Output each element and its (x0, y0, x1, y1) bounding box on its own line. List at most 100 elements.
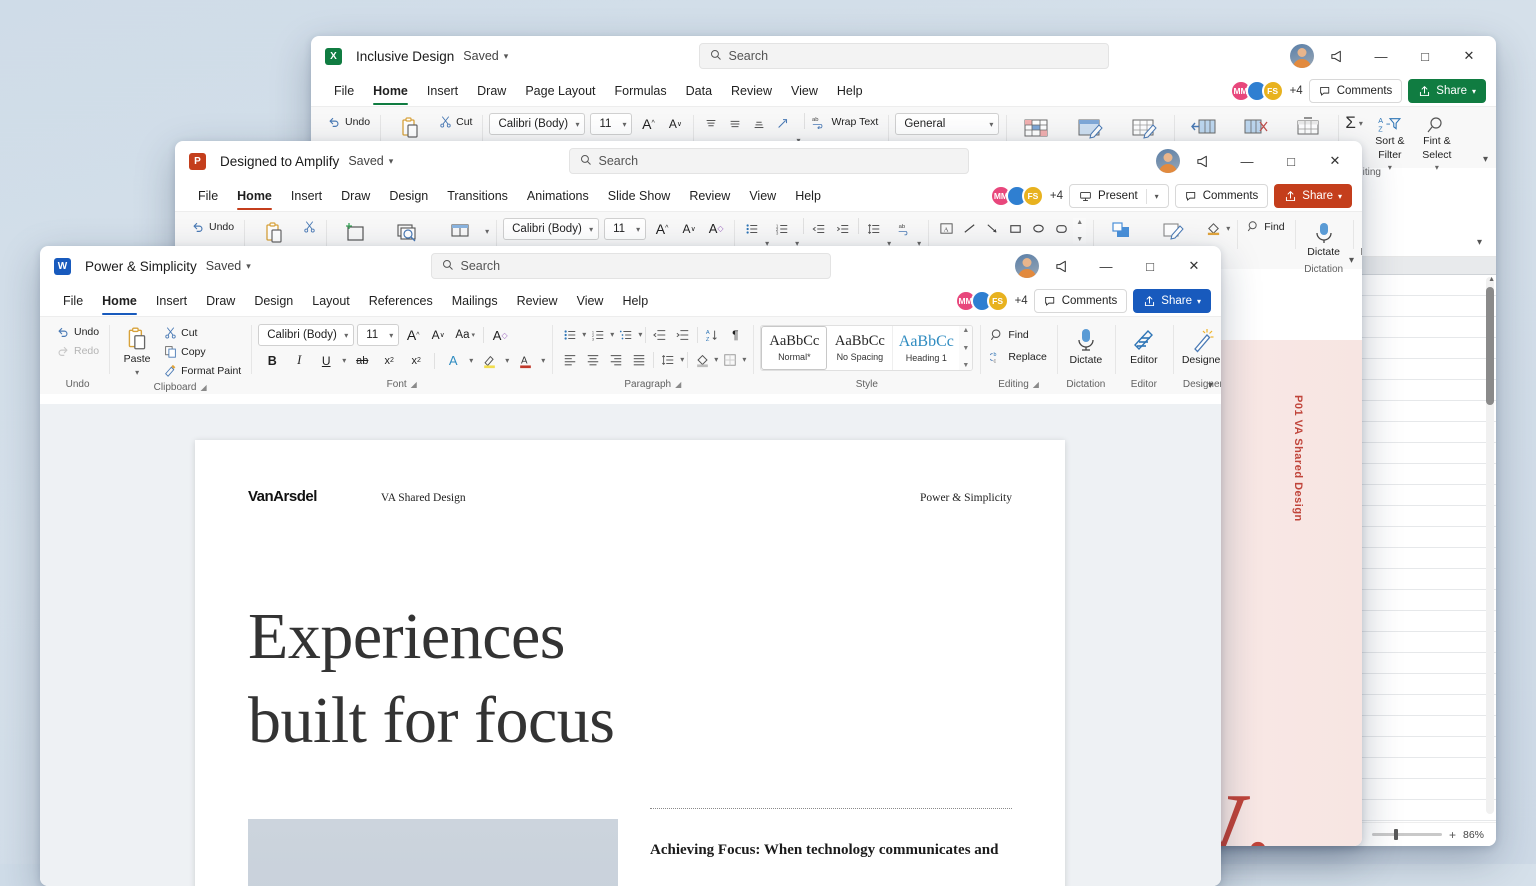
underline-button[interactable]: U (315, 350, 337, 371)
chevron-down-icon[interactable]: ▾ (135, 368, 139, 377)
ribbon-group-undo[interactable]: Undo Redo Undo (46, 321, 109, 394)
close-button[interactable]: ✕ (1173, 250, 1215, 282)
slide-layout-button[interactable] (385, 218, 431, 248)
comments-button[interactable]: Comments (1034, 289, 1128, 313)
tab-page-layout[interactable]: Page Layout (516, 81, 604, 101)
rectangle-shape-icon[interactable] (1004, 218, 1026, 239)
orientation-button[interactable] (772, 113, 794, 134)
styles-gallery-scroll[interactable]: ▲ ▼ ▼ (959, 326, 972, 370)
scroll-down-icon[interactable]: ▼ (962, 345, 969, 352)
presence-overflow[interactable]: +4 (1015, 295, 1028, 307)
tab-help[interactable]: Help (786, 186, 830, 206)
comments-button[interactable]: Comments (1309, 79, 1403, 103)
tab-help[interactable]: Help (613, 291, 657, 311)
ribbon-group-editing[interactable]: Find bc Replace Editing ◢ (980, 321, 1057, 394)
number-format-select[interactable]: General ▾ (895, 113, 999, 135)
cut-button[interactable] (300, 218, 319, 235)
word-document-canvas[interactable]: VanArsdel VA Shared Design Power & Simpl… (40, 404, 1221, 886)
sort-button[interactable]: AZ (701, 324, 723, 345)
word-saved-status[interactable]: Saved (206, 259, 241, 273)
shrink-font-button[interactable]: A∨ (427, 325, 449, 346)
presence-avatars[interactable]: MM FS +4 (1230, 80, 1303, 102)
cut-button[interactable]: Cut (436, 113, 475, 130)
tab-insert[interactable]: Insert (282, 186, 331, 206)
chevron-down-icon[interactable]: ▾ (1155, 192, 1159, 201)
undo-button[interactable]: Undo (188, 218, 237, 236)
tab-view[interactable]: View (740, 186, 785, 206)
shrink-font-button[interactable]: A∨ (678, 218, 700, 239)
new-slide-button[interactable] (333, 218, 379, 248)
bullets-button[interactable] (741, 218, 763, 239)
vertical-scrollbar[interactable] (1486, 277, 1494, 814)
find-select-button[interactable]: Fint & Select ▾ (1417, 113, 1457, 175)
zoom-level[interactable]: 86% (1463, 829, 1484, 841)
tab-view[interactable]: View (568, 291, 613, 311)
chevron-down-icon[interactable]: ▾ (541, 356, 545, 365)
tab-view[interactable]: View (782, 81, 827, 101)
excel-search-input[interactable]: Search (699, 43, 1109, 69)
replace-button[interactable]: bc Replace (987, 348, 1050, 366)
tab-review[interactable]: Review (680, 186, 739, 206)
document-page[interactable]: VanArsdel VA Shared Design Power & Simpl… (195, 440, 1065, 886)
powerpoint-titlebar[interactable]: P Designed to Amplify Saved ▾ Search — □… (175, 141, 1362, 181)
powerpoint-search-input[interactable]: Search (569, 148, 969, 174)
tab-transitions[interactable]: Transitions (438, 186, 517, 206)
tab-insert[interactable]: Insert (418, 81, 467, 101)
increase-indent-button[interactable] (672, 324, 694, 345)
minimize-button[interactable]: — (1360, 40, 1402, 72)
clear-formatting-button[interactable]: A◇ (705, 218, 727, 239)
bold-button[interactable]: B (261, 350, 283, 371)
font-name-select[interactable]: Calibri (Body) ▾ (258, 324, 354, 346)
decrease-indent-button[interactable] (649, 324, 671, 345)
grow-font-button[interactable]: A^ (637, 113, 659, 134)
grow-font-button[interactable]: A^ (402, 325, 424, 346)
font-name-select[interactable]: Calibri (Body) ▾ (489, 113, 585, 135)
share-button[interactable]: Share ▾ (1408, 79, 1486, 103)
word-titlebar[interactable]: W Power & Simplicity Saved ▾ Search — □ … (40, 246, 1221, 286)
powerpoint-saved-status[interactable]: Saved (348, 154, 383, 168)
ribbon-group-clipboard[interactable]: Paste ▾ Cut Copy (109, 321, 251, 394)
chevron-down-icon[interactable]: ▾ (246, 261, 251, 272)
tab-formulas[interactable]: Formulas (606, 81, 676, 101)
tab-design[interactable]: Design (245, 291, 302, 311)
word-window-controls[interactable]: — □ ✕ (1015, 250, 1215, 282)
style-normal[interactable]: AaBbCc Normal* (761, 326, 827, 370)
present-button[interactable]: Present ▾ (1069, 184, 1169, 208)
style-no-spacing[interactable]: AaBbCc No Spacing (827, 326, 893, 370)
presence-avatars[interactable]: MM FS +4 (955, 290, 1028, 312)
align-center-button[interactable] (582, 349, 604, 370)
share-button[interactable]: Share ▾ (1274, 184, 1352, 208)
tab-draw[interactable]: Draw (468, 81, 515, 101)
feedback-icon[interactable] (1316, 40, 1358, 72)
zoom-slider[interactable] (1372, 833, 1442, 836)
designer-button[interactable]: Designer (1180, 324, 1221, 370)
clear-formatting-button[interactable]: A◇ (489, 325, 511, 346)
text-highlight-button[interactable] (478, 350, 500, 371)
chevron-down-icon[interactable]: ▾ (742, 355, 746, 364)
tab-insert[interactable]: Insert (147, 291, 196, 311)
chevron-down-icon[interactable]: ▾ (714, 355, 718, 364)
multilevel-list-button[interactable] (615, 324, 637, 345)
tab-draw[interactable]: Draw (332, 186, 379, 206)
tab-review[interactable]: Review (508, 291, 567, 311)
zoom-slider-thumb[interactable] (1394, 829, 1398, 840)
dialog-launcher-icon[interactable]: ◢ (1033, 380, 1039, 389)
scroll-up-icon[interactable]: ▲ (962, 327, 969, 334)
style-heading-1[interactable]: AaBbCc Heading 1 (893, 326, 959, 370)
italic-button[interactable]: I (288, 350, 310, 371)
chevron-down-icon[interactable]: ▾ (485, 227, 489, 236)
numbering-button[interactable]: 123 (587, 324, 609, 345)
ribbon-group-designer[interactable]: Designer Designer (1353, 216, 1362, 269)
chevron-down-icon[interactable]: ▾ (1435, 163, 1439, 172)
strikethrough-button[interactable]: ab (351, 350, 373, 371)
document-image-placeholder[interactable] (248, 819, 618, 886)
align-bottom-button[interactable] (748, 113, 770, 134)
chevron-down-icon[interactable]: ▾ (680, 355, 684, 364)
ribbon-group-font[interactable]: Calibri (Body) ▾ 11 ▾ A^ A∨ Aa ▾ A◇ (251, 321, 552, 394)
ribbon-collapse-icon[interactable]: ▾ (1349, 255, 1354, 266)
tab-data[interactable]: Data (677, 81, 721, 101)
align-right-button[interactable] (605, 349, 627, 370)
scroll-down-icon[interactable]: ▼ (1076, 236, 1083, 243)
delete-cells-button[interactable] (1233, 113, 1279, 141)
chevron-down-icon[interactable]: ▾ (504, 51, 509, 62)
